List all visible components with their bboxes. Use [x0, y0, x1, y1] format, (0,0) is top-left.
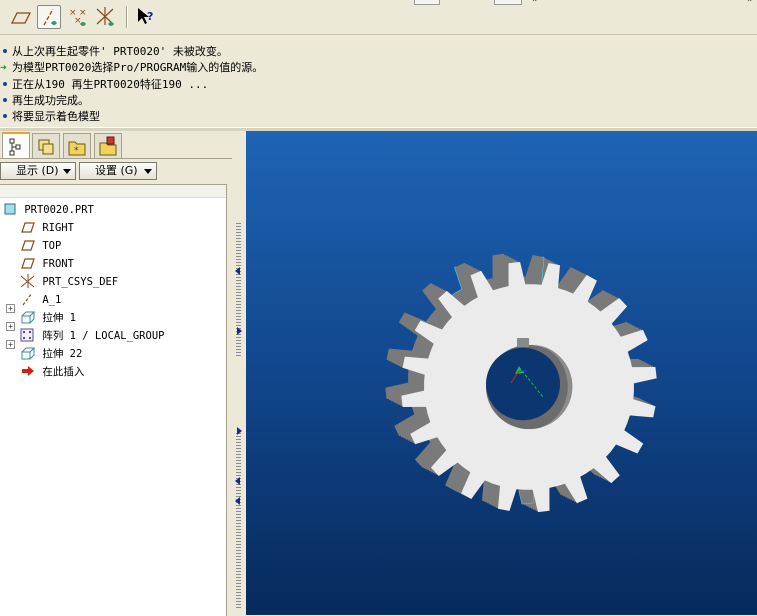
settings-menu-label: 设置 (G): [95, 164, 138, 177]
folder-browser-icon: [38, 139, 54, 155]
datum-plane-icon: [21, 222, 35, 233]
message-area: 从上次再生起零件' PRT0020' 未被改变。 ➜ 为模型PRT0020选择Pr…: [0, 35, 757, 127]
collapse-left-arrow-icon[interactable]: [235, 267, 240, 275]
insert-here-arrow-icon: [22, 366, 34, 376]
dropdown-arrow-icon: [63, 169, 71, 174]
settings-menu-button[interactable]: 设置 (G): [79, 162, 157, 180]
model-tree: PRT0020.PRT RIGHT TOP FRONT PRT_CSYS_DEF…: [0, 184, 227, 616]
tree-node-label: PRT_CSYS_DEF: [42, 276, 119, 288]
tree-node-pattern[interactable]: 阵列 1 / LOCAL_GROUP: [20, 327, 164, 345]
tree-node-extrude-1[interactable]: 拉伸 1: [20, 309, 76, 327]
message-line: 从上次再生起零件' PRT0020' 未被改变。: [0, 44, 228, 60]
navigator-tabs: *: [0, 131, 232, 159]
splitter-grip: [236, 223, 241, 358]
model-tree-icon: [9, 138, 21, 156]
toolbar-field-stub: [414, 0, 440, 5]
datum-point-icon: × × ×: [69, 8, 87, 26]
navigator-toolbar: 显示 (D) 设置 (G): [0, 160, 232, 182]
tree-node-label: 拉伸 1: [42, 312, 76, 324]
favorites-folder-icon: *: [68, 141, 86, 156]
tab-baseline: [0, 158, 232, 159]
expand-toggle-icon[interactable]: +: [6, 304, 15, 313]
part-icon: [4, 203, 16, 215]
message-text: 将要显示着色模型: [12, 110, 100, 123]
message-line: 再生成功完成。: [0, 93, 89, 109]
toolbar-overflow-icon: »: [747, 0, 753, 5]
expand-right-arrow-icon[interactable]: [237, 427, 242, 435]
datum-plane-icon: [10, 12, 32, 24]
tree-node-label: 拉伸 22: [42, 348, 83, 360]
tree-node-csys[interactable]: PRT_CSYS_DEF: [20, 273, 118, 291]
tree-node-part[interactable]: PRT0020.PRT: [4, 201, 94, 219]
tree-node-label: FRONT: [42, 258, 74, 270]
expand-toggle-icon[interactable]: +: [6, 340, 15, 349]
tab-favorites[interactable]: *: [63, 133, 91, 159]
extrude-icon: [21, 310, 35, 324]
tab-model-tree[interactable]: [2, 132, 30, 159]
tree-node-extrude-22[interactable]: 拉伸 22: [20, 345, 82, 363]
message-text: 为模型PRT0020选择Pro/PROGRAM输入的值的源。: [12, 61, 264, 74]
context-help-button[interactable]: ?: [134, 5, 158, 29]
tree-column-header[interactable]: [0, 185, 226, 198]
datum-axis-toggle-button[interactable]: [37, 5, 61, 29]
toolbar-separator: [126, 6, 128, 28]
splitter-grip: [236, 433, 241, 608]
context-help-icon: ?: [138, 8, 153, 24]
coordinate-system-toggle-button[interactable]: [94, 5, 118, 29]
tab-folder-browser[interactable]: [32, 133, 60, 159]
graphics-viewport[interactable]: [246, 131, 757, 615]
pattern-icon: [20, 328, 34, 342]
datum-plane-toggle-button[interactable]: [9, 5, 33, 29]
tree-node-label: 阵列 1 / LOCAL_GROUP: [42, 330, 165, 342]
info-bullet-icon: [3, 82, 7, 86]
message-line: 正在从190 再生PRT0020特征190 ...: [0, 77, 208, 93]
message-text: 再生成功完成。: [12, 94, 89, 107]
prompt-arrow-icon: ➜: [0, 61, 7, 74]
gear-keyway: [517, 338, 529, 347]
view-toolbar: » » × × × ?: [0, 0, 757, 35]
message-text: 从上次再生起零件' PRT0020' 未被改变。: [12, 45, 228, 58]
csys-icon: [96, 7, 114, 26]
connections-icon: [99, 136, 117, 156]
info-bullet-icon: [3, 98, 7, 102]
message-text: 正在从190 再生PRT0020特征190 ...: [12, 78, 209, 91]
panel-splitter[interactable]: [232, 131, 246, 615]
svg-text:*: *: [74, 146, 79, 156]
tree-node-label: A_1: [42, 294, 62, 306]
datum-axis-icon: [22, 292, 33, 306]
extrude-icon: [21, 346, 35, 360]
tree-node-label: 在此插入: [42, 366, 85, 378]
tree-node-datum-right[interactable]: RIGHT: [20, 219, 74, 237]
datum-plane-icon: [21, 258, 35, 269]
tree-node-datum-front[interactable]: FRONT: [20, 255, 74, 273]
expand-toggle-icon[interactable]: +: [6, 322, 15, 331]
expand-right-arrow-icon[interactable]: [237, 327, 242, 335]
tree-node-label: RIGHT: [42, 222, 74, 234]
message-line: ➜ 为模型PRT0020选择Pro/PROGRAM输入的值的源。: [0, 60, 263, 76]
tree-node-label: PRT0020.PRT: [24, 204, 94, 216]
datum-plane-icon: [21, 240, 35, 251]
datum-axis-icon: [43, 8, 57, 26]
show-menu-label: 显示 (D): [16, 164, 59, 177]
show-menu-button[interactable]: 显示 (D): [0, 162, 76, 180]
collapse-left-arrow-icon[interactable]: [235, 477, 240, 485]
gear-model[interactable]: [246, 131, 757, 615]
gear-bore-through: [486, 347, 560, 421]
tree-node-insert-here[interactable]: 在此插入: [20, 363, 84, 381]
navigator-panel: * 显示 (D) 设置 (G) PRT0020.PRT RIGHT TOP FR…: [0, 131, 232, 616]
coordinate-system-icon: [20, 274, 35, 288]
tree-node-datum-top[interactable]: TOP: [20, 237, 61, 255]
tree-node-label: TOP: [42, 240, 62, 252]
message-line: 将要显示着色模型: [0, 109, 100, 125]
info-bullet-icon: [3, 114, 7, 118]
toolbar-overflow-icon: »: [532, 0, 538, 5]
info-bullet-icon: [3, 49, 7, 53]
svg-text:?: ?: [147, 10, 153, 23]
datum-point-toggle-button[interactable]: × × ×: [66, 5, 90, 29]
dropdown-arrow-icon: [144, 169, 152, 174]
tab-connections[interactable]: [94, 133, 122, 159]
tree-node-axis[interactable]: A_1: [20, 291, 61, 309]
collapse-left-arrow-icon[interactable]: [235, 497, 240, 505]
toolbar-field-stub: [494, 0, 522, 5]
